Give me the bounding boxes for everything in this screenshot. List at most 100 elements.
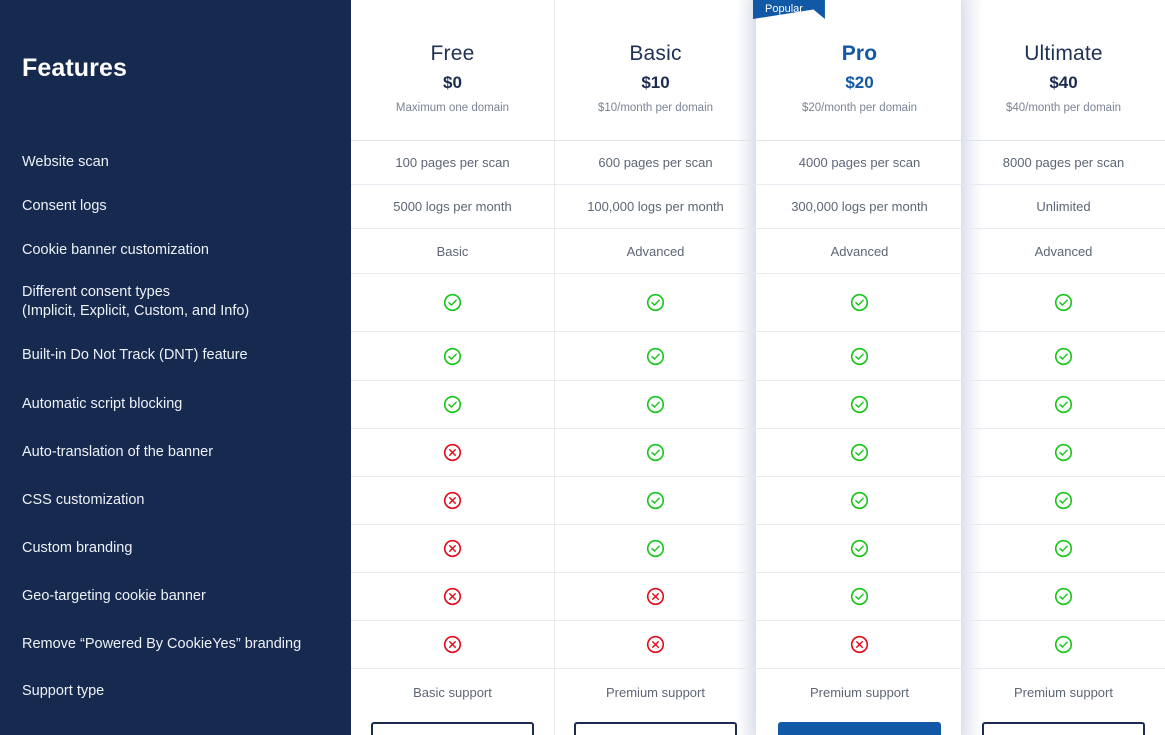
feature-label-text: Built-in Do Not Track (DNT) feature bbox=[22, 347, 248, 363]
check-circle-icon bbox=[850, 293, 869, 312]
check-circle-icon bbox=[1054, 347, 1073, 365]
feature-label-11: Support type bbox=[0, 668, 351, 715]
cell-value: 4000 pages per scan bbox=[798, 155, 921, 170]
table-row bbox=[351, 620, 1165, 668]
plan-price: $40 bbox=[1049, 73, 1078, 92]
pricing-comparison-page: Features Website scan Consent logs Cookie … bbox=[0, 0, 1165, 735]
check-circle-icon bbox=[850, 587, 869, 606]
features-sidebar: Features Website scan Consent logs Cookie … bbox=[0, 0, 351, 735]
cell-value: 100 pages per scan bbox=[395, 155, 510, 170]
table-cell bbox=[554, 525, 757, 572]
table-cell bbox=[351, 573, 554, 620]
check-circle-icon bbox=[1054, 293, 1073, 312]
table-cell bbox=[757, 477, 962, 524]
table-cell: 5000 logs per month bbox=[351, 185, 554, 228]
table-cell bbox=[757, 525, 962, 572]
plan-cta-button-basic[interactable] bbox=[574, 722, 737, 735]
check-circle-icon bbox=[646, 539, 665, 558]
plan-cta-button-free[interactable] bbox=[371, 722, 534, 735]
check-circle-icon bbox=[646, 443, 665, 462]
plan-header-free[interactable]: Free $0 Maximum one domain bbox=[351, 0, 554, 140]
feature-label-8: Custom branding bbox=[0, 524, 351, 572]
plan-cta-button-ultimate[interactable] bbox=[982, 722, 1145, 735]
table-cell: 4000 pages per scan bbox=[757, 141, 962, 184]
cell-value: Premium support bbox=[810, 684, 909, 700]
cross-circle-icon bbox=[443, 587, 462, 606]
comparison-grid: 100 pages per scan 600 pages per scan 4000… bbox=[351, 140, 1165, 715]
table-row: 5000 logs per month 100,000 logs per mont… bbox=[351, 184, 1165, 228]
feature-label-10: Remove “Powered By CookieYes” branding bbox=[0, 620, 351, 668]
cross-circle-icon bbox=[646, 635, 665, 654]
cell-value: Basic bbox=[436, 243, 469, 259]
cell-value: Advanced bbox=[830, 243, 889, 259]
check-circle-icon bbox=[443, 293, 462, 312]
feature-label-5: Automatic script blocking bbox=[0, 380, 351, 428]
feature-label-text: Auto-translation of the banner bbox=[22, 443, 214, 460]
table-row: 100 pages per scan 600 pages per scan 4000… bbox=[351, 140, 1165, 184]
feature-label-3: Different consent types (Implicit, Explic… bbox=[0, 273, 351, 331]
check-circle-icon bbox=[1054, 395, 1073, 414]
table-row: Basic Advanced Advanced Advanced bbox=[351, 228, 1165, 273]
cell-value: 600 pages per scan bbox=[598, 155, 713, 170]
check-circle-icon bbox=[850, 395, 869, 414]
table-cell bbox=[962, 381, 1165, 428]
check-circle-icon bbox=[646, 293, 665, 312]
plan-header-pro[interactable]: Pro $20 $20/month per domain bbox=[757, 0, 962, 140]
plan-price: $10 bbox=[641, 73, 670, 92]
cross-circle-icon bbox=[646, 587, 665, 606]
check-circle-icon bbox=[1054, 491, 1073, 510]
cell-value: 8000 pages per scan bbox=[1002, 155, 1125, 170]
table-cell bbox=[757, 332, 962, 380]
table-cell: Unlimited bbox=[962, 185, 1165, 228]
plan-note: $40/month per domain bbox=[1005, 102, 1122, 114]
feature-label-7: CSS customization bbox=[0, 476, 351, 524]
cell-value: 5000 logs per month bbox=[393, 199, 512, 214]
table-cell bbox=[351, 477, 554, 524]
table-cell: Premium support bbox=[962, 669, 1165, 715]
plan-header-basic[interactable]: Basic $10 $10/month per domain bbox=[554, 0, 757, 140]
feature-label-0: Website scan bbox=[0, 140, 351, 184]
plan-name: Pro bbox=[841, 42, 878, 65]
cell-value: Advanced bbox=[626, 243, 685, 259]
plan-header-ultimate[interactable]: Ultimate $40 $40/month per domain bbox=[962, 0, 1165, 140]
table-row: Basic support Premium support Premium supp… bbox=[351, 668, 1165, 715]
cta-slot bbox=[962, 722, 1165, 735]
table-cell: Basic bbox=[351, 229, 554, 273]
plan-header-row: Free $0 Maximum one domain Basic $10 $10/mont… bbox=[351, 0, 1165, 140]
table-cell bbox=[351, 381, 554, 428]
table-cell: Basic support bbox=[351, 669, 554, 715]
cell-value: Unlimited bbox=[1036, 199, 1091, 214]
table-cell bbox=[757, 274, 962, 331]
plan-price: $20 bbox=[845, 73, 874, 92]
check-circle-icon bbox=[646, 491, 665, 510]
feature-label-4: Built-in Do Not Track (DNT) feature bbox=[0, 331, 351, 380]
table-cell: 100,000 logs per month bbox=[554, 185, 757, 228]
feature-label-text: CSS customization bbox=[22, 491, 145, 508]
table-cell bbox=[554, 274, 757, 331]
check-circle-icon bbox=[850, 443, 869, 462]
plans-table: Free $0 Maximum one domain Basic $10 $10/mont… bbox=[351, 0, 1165, 735]
table-cell bbox=[757, 621, 962, 668]
table-cell: Premium support bbox=[554, 669, 757, 715]
plan-cta-button-pro[interactable] bbox=[778, 722, 941, 735]
check-circle-icon bbox=[1054, 539, 1073, 558]
feature-label-text: Geo-targeting cookie banner bbox=[22, 587, 206, 604]
check-circle-icon bbox=[850, 539, 869, 558]
table-cell bbox=[962, 573, 1165, 620]
popular-ribbon: Popular bbox=[753, 0, 849, 19]
plan-price: $0 bbox=[443, 73, 462, 92]
plan-note: $10/month per domain bbox=[597, 102, 714, 114]
feature-label-text: Remove “Powered By CookieYes” branding bbox=[22, 635, 302, 652]
cross-circle-icon bbox=[443, 443, 462, 462]
table-cell: 600 pages per scan bbox=[554, 141, 757, 184]
feature-label-text: Support type bbox=[22, 683, 105, 699]
check-circle-icon bbox=[443, 395, 462, 414]
table-row bbox=[351, 273, 1165, 331]
table-cell bbox=[351, 621, 554, 668]
table-cell: Advanced bbox=[962, 229, 1165, 273]
table-row bbox=[351, 572, 1165, 620]
check-circle-icon bbox=[646, 395, 665, 414]
check-circle-icon bbox=[1054, 635, 1073, 654]
table-cell bbox=[962, 621, 1165, 668]
table-cell bbox=[554, 429, 757, 476]
